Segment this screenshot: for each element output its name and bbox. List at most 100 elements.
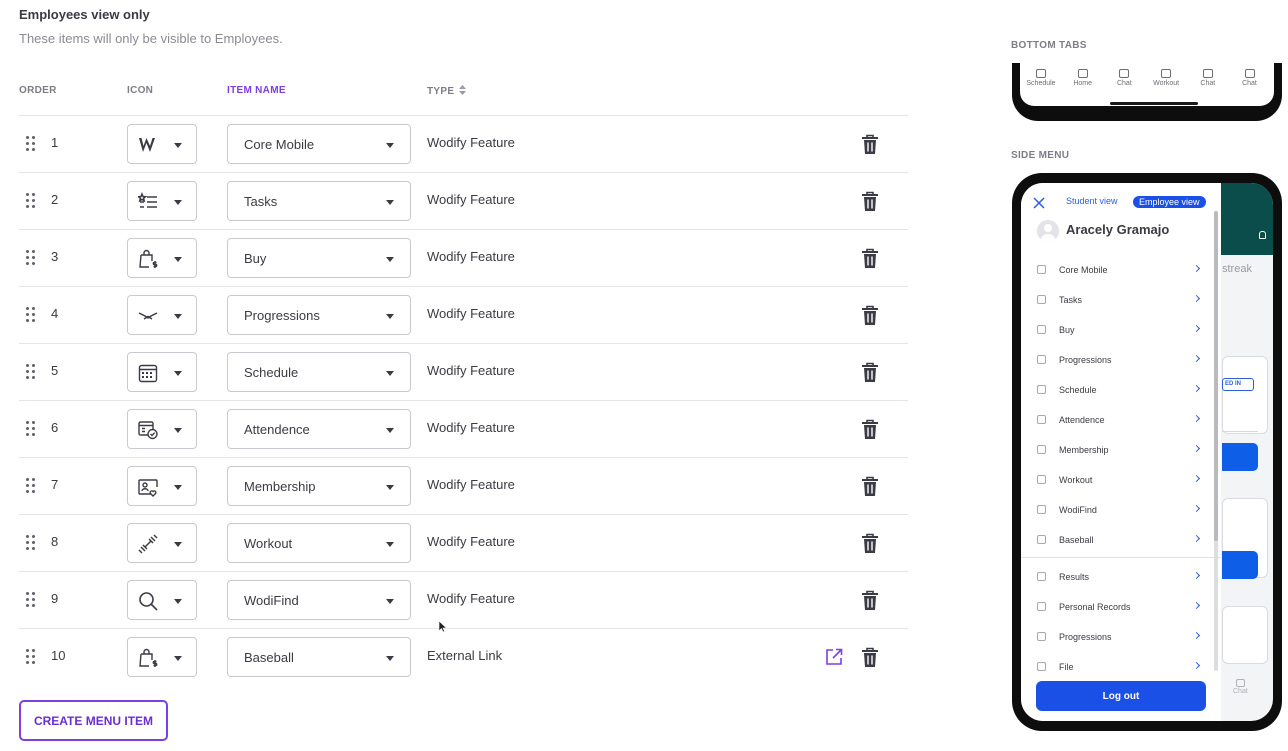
side-menu-item[interactable]: Baseball	[1037, 533, 1201, 549]
table-row: 4 Progressions Wodify Feature	[19, 286, 908, 343]
icon-select[interactable]	[127, 580, 197, 620]
item-name-select[interactable]: Progressions	[227, 295, 411, 335]
bottom-tab-chat[interactable]: Chat	[1233, 69, 1267, 87]
chevron-right-icon	[1192, 534, 1201, 543]
side-menu-item-label: Buy	[1059, 325, 1075, 335]
delete-icon[interactable]	[861, 533, 879, 554]
side-menu-item[interactable]: Membership	[1037, 443, 1201, 459]
bottom-tab-label: Home	[1073, 80, 1093, 87]
icon-select[interactable]	[127, 181, 197, 221]
icon-select[interactable]	[127, 523, 197, 563]
side-menu-label: SIDE MENU	[1011, 150, 1070, 161]
external-link-icon[interactable]	[825, 648, 843, 666]
delete-icon[interactable]	[861, 191, 879, 212]
chevron-down-icon	[386, 542, 394, 547]
icon-select[interactable]	[127, 637, 197, 677]
item-name-select[interactable]: Attendence	[227, 409, 411, 449]
menu-item-icon	[1037, 295, 1046, 304]
delete-icon[interactable]	[861, 590, 879, 611]
delete-icon[interactable]	[861, 647, 879, 668]
bottom-tab-chat[interactable]: Chat	[1191, 69, 1225, 87]
delete-icon[interactable]	[861, 248, 879, 269]
chevron-right-icon	[1192, 661, 1201, 670]
item-name-select[interactable]: Workout	[227, 523, 411, 563]
side-menu-item-label: Membership	[1059, 445, 1109, 455]
chevron-down-icon	[386, 200, 394, 205]
delete-icon[interactable]	[861, 305, 879, 326]
chat-icon	[1235, 679, 1245, 687]
scrollbar-thumb[interactable]	[1214, 211, 1218, 541]
chevron-down-icon	[386, 428, 394, 433]
side-menu-item[interactable]: Tasks	[1037, 293, 1201, 309]
side-menu-item-label: Results	[1059, 572, 1090, 582]
side-menu-item[interactable]: Schedule	[1037, 383, 1201, 399]
side-menu-item-label: Workout	[1059, 475, 1093, 485]
menu-item-icon	[1037, 572, 1046, 581]
side-menu-item[interactable]: WodiFind	[1037, 503, 1201, 519]
delete-icon[interactable]	[861, 419, 879, 440]
drag-handle-icon[interactable]	[26, 307, 36, 324]
student-view-toggle[interactable]: Student view	[1066, 196, 1118, 206]
item-name-value: Schedule	[244, 365, 299, 380]
drag-handle-icon[interactable]	[26, 592, 36, 609]
drag-handle-icon[interactable]	[26, 649, 36, 666]
bottom-tab-label: Schedule	[1026, 80, 1056, 87]
item-name-select[interactable]: Baseball	[227, 637, 411, 677]
close-icon[interactable]	[1033, 197, 1045, 209]
side-menu-item[interactable]: Core Mobile	[1037, 263, 1201, 279]
chevron-right-icon	[1192, 414, 1201, 423]
order-number: 9	[51, 591, 59, 606]
delete-icon[interactable]	[861, 362, 879, 383]
chevron-right-icon	[1192, 504, 1201, 513]
side-menu-item[interactable]: Personal Records	[1037, 600, 1201, 616]
bottom-tab-home[interactable]: Home	[1066, 69, 1100, 87]
create-menu-item-button[interactable]: CREATE MENU ITEM	[19, 700, 168, 741]
side-menu-item[interactable]: Progressions	[1037, 630, 1201, 646]
icon-select[interactable]	[127, 466, 197, 506]
side-menu-item[interactable]: Results	[1037, 570, 1201, 586]
icon-select[interactable]	[127, 238, 197, 278]
icon-select[interactable]	[127, 352, 197, 392]
drag-handle-icon[interactable]	[26, 193, 36, 210]
item-name-select[interactable]: Tasks	[227, 181, 411, 221]
side-menu-item[interactable]: Progressions	[1037, 353, 1201, 369]
item-name-select[interactable]: Buy	[227, 238, 411, 278]
bottom-tab-schedule[interactable]: Schedule	[1024, 69, 1058, 87]
chevron-down-icon	[174, 143, 182, 148]
drag-handle-icon[interactable]	[26, 421, 36, 438]
table-row: 2 Tasks Wodify Feature	[19, 172, 908, 229]
bottom-tab-label: Chat	[1116, 80, 1132, 87]
delete-icon[interactable]	[861, 134, 879, 155]
drag-handle-icon[interactable]	[26, 250, 36, 267]
column-header-type[interactable]: TYPE	[427, 85, 467, 97]
drag-handle-icon[interactable]	[26, 364, 36, 381]
item-name-select[interactable]: WodiFind	[227, 580, 411, 620]
drag-handle-icon[interactable]	[26, 478, 36, 495]
column-header-icon: ICON	[127, 85, 154, 96]
drag-handle-icon[interactable]	[26, 136, 36, 153]
side-menu-item[interactable]: Workout	[1037, 473, 1201, 489]
bottom-tab-workout[interactable]: Workout	[1149, 69, 1183, 87]
chat-icon	[1119, 69, 1130, 78]
icon-select[interactable]	[127, 295, 197, 335]
item-name-select[interactable]: Schedule	[227, 352, 411, 392]
order-number: 7	[51, 477, 59, 492]
item-type: Wodify Feature	[427, 363, 515, 378]
side-menu-item[interactable]: Buy	[1037, 323, 1201, 339]
mouse-cursor-icon	[439, 621, 447, 633]
icon-select[interactable]	[127, 409, 197, 449]
logout-button[interactable]: Log out	[1036, 681, 1206, 711]
delete-icon[interactable]	[861, 476, 879, 497]
column-header-item-name[interactable]: ITEM NAME	[227, 85, 286, 96]
chevron-down-icon	[174, 542, 182, 547]
item-name-select[interactable]: Core Mobile	[227, 124, 411, 164]
bottom-tab-chat[interactable]: Chat	[1107, 69, 1141, 87]
side-menu-item[interactable]: File	[1037, 660, 1201, 676]
drag-handle-icon[interactable]	[26, 535, 36, 552]
item-type: Wodify Feature	[427, 192, 515, 207]
menu-item-icon	[1037, 602, 1046, 611]
employee-view-toggle[interactable]: Employee view	[1133, 196, 1206, 208]
side-menu-item[interactable]: Attendence	[1037, 413, 1201, 429]
item-name-select[interactable]: Membership	[227, 466, 411, 506]
icon-select[interactable]	[127, 124, 197, 164]
